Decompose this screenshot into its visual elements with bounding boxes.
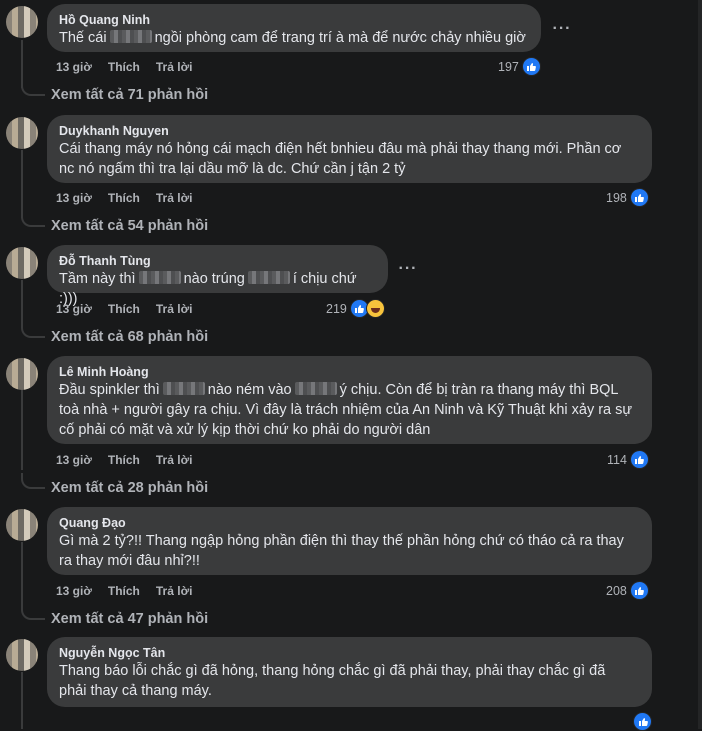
comment-author[interactable]: Duykhanh Nguyen [59, 123, 640, 139]
comment-bubble: Nguyễn Ngọc Tân Thang báo lỗi chắc gì đã… [47, 637, 652, 707]
comment-text: Thang báo lỗi chắc gì đã hỏng, thang hỏn… [59, 663, 606, 699]
reply-connector [21, 211, 45, 227]
reaction-count[interactable] [630, 712, 652, 731]
comment-bubble: Duykhanh Nguyen Cái thang máy nó hỏng cá… [47, 115, 652, 183]
reply-button[interactable]: Trả lời [156, 60, 193, 74]
comment-text: Thế cái ngồi phòng cam để trang trí à mà … [59, 30, 526, 46]
redacted-word [294, 382, 337, 395]
redacted-word [247, 271, 290, 284]
thread-line [21, 672, 23, 729]
view-replies-link[interactable]: Xem tất cả 71 phản hồi [51, 87, 208, 103]
comment-text: Đầu spinkler thì nào ném vào ý chịu. Còn đ… [59, 382, 633, 438]
redacted-word [162, 382, 205, 395]
reply-button[interactable]: Trả lời [156, 453, 193, 467]
avatar[interactable] [6, 247, 38, 279]
reply-button[interactable]: Trả lời [156, 302, 193, 316]
scrollbar-track[interactable] [698, 0, 702, 729]
more-options-icon[interactable]: ··· [395, 261, 421, 282]
reply-connector [21, 80, 45, 96]
comment-time[interactable]: 13 giờ [56, 191, 92, 205]
comment-bubble: Đỗ Thanh Tùng Tầm này thì nào trúng í chịu… [47, 245, 388, 307]
comment-actions: 13 giờ Thích Trả lời [56, 584, 208, 598]
redacted-word [109, 30, 152, 43]
redacted-word [138, 271, 181, 284]
thread-line [21, 390, 23, 470]
thread-line [21, 542, 23, 610]
like-reaction-icon [633, 712, 652, 731]
comment-author[interactable]: Đỗ Thanh Tùng [59, 253, 376, 269]
avatar[interactable] [6, 117, 38, 149]
reply-connector [21, 473, 45, 489]
like-reaction-icon [629, 581, 649, 600]
reply-connector [21, 604, 45, 620]
reaction-count[interactable]: 219 [326, 299, 385, 318]
view-replies-link[interactable]: Xem tất cả 54 phản hồi [51, 218, 208, 234]
like-button[interactable]: Thích [108, 453, 140, 467]
reaction-count[interactable]: 208 [606, 581, 649, 600]
view-replies-link[interactable]: Xem tất cả 68 phản hồi [51, 329, 208, 345]
comment-actions: 13 giờ Thích Trả lời [56, 60, 208, 74]
comment-time[interactable]: 13 giờ [56, 584, 92, 598]
like-button[interactable]: Thích [108, 302, 140, 316]
view-replies-link[interactable]: Xem tất cả 28 phản hồi [51, 480, 208, 496]
comment-author[interactable]: Nguyễn Ngọc Tân [59, 645, 640, 661]
like-reaction-icon [629, 188, 649, 207]
like-button[interactable]: Thích [108, 60, 140, 74]
comment-bubble: Quang Đạo Gì mà 2 tỷ?!! Thang ngập hỏng … [47, 507, 652, 575]
like-reaction-icon [521, 57, 541, 76]
comment-actions: 13 giờ Thích Trả lời [56, 191, 208, 205]
avatar[interactable] [6, 6, 38, 38]
comment-actions: 13 giờ Thích Trả lời [56, 302, 208, 316]
reaction-count[interactable]: 114 [607, 450, 649, 469]
comment-author[interactable]: Quang Đạo [59, 515, 640, 531]
reaction-count[interactable]: 197 [498, 57, 541, 76]
reply-connector [21, 322, 45, 338]
more-options-icon[interactable]: ··· [549, 21, 575, 42]
avatar[interactable] [6, 639, 38, 671]
avatar[interactable] [6, 509, 38, 541]
comment-bubble: Hồ Quang Ninh Thế cái ngồi phòng cam để t… [47, 4, 541, 52]
comment-author[interactable]: Hồ Quang Ninh [59, 12, 529, 28]
avatar[interactable] [6, 358, 38, 390]
thread-line [21, 150, 23, 218]
view-replies-link[interactable]: Xem tất cả 47 phản hồi [51, 611, 208, 627]
comment-text: Gì mà 2 tỷ?!! Thang ngập hỏng phần điện … [59, 533, 624, 569]
comment-bubble: Lê Minh Hoàng Đầu spinkler thì nào ném và… [47, 356, 652, 444]
like-button[interactable]: Thích [108, 191, 140, 205]
comment-time[interactable]: 13 giờ [56, 302, 92, 316]
like-button[interactable]: Thích [108, 584, 140, 598]
reaction-count[interactable]: 198 [606, 188, 649, 207]
comment-author[interactable]: Lê Minh Hoàng [59, 364, 640, 380]
like-reaction-icon [629, 450, 649, 469]
comment-time[interactable]: 13 giờ [56, 60, 92, 74]
thread-line [21, 280, 23, 328]
haha-reaction-icon [365, 299, 385, 318]
reply-button[interactable]: Trả lời [156, 584, 193, 598]
comment-text: Cái thang máy nó hỏng cái mạch điện hết … [59, 141, 622, 177]
comment-time[interactable]: 13 giờ [56, 453, 92, 467]
comment-actions: 13 giờ Thích Trả lời [56, 453, 208, 467]
reply-button[interactable]: Trả lời [156, 191, 193, 205]
